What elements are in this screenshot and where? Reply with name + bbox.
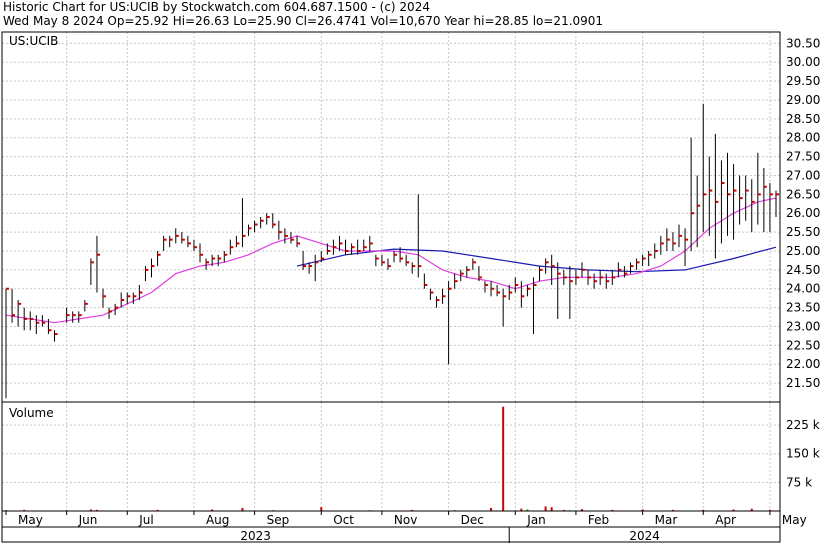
price-tick-label: 26.50 xyxy=(786,187,820,201)
price-tick-label: 23.00 xyxy=(786,319,820,333)
month-label: Jul xyxy=(138,513,153,527)
volume-axis: 75 k 150 k 225 k xyxy=(786,418,820,489)
month-label: Jan xyxy=(526,513,546,527)
month-label: Mar xyxy=(655,513,678,527)
volume-label: Volume xyxy=(9,406,54,420)
volume-tick-label: 225 k xyxy=(786,418,820,432)
price-axis: 21.50 22.00 22.50 23.00 23.50 24.00 24.50 25.00… xyxy=(786,36,820,390)
symbol-label: US:UCIB xyxy=(9,34,58,48)
price-tick-label: 27.00 xyxy=(786,168,820,182)
price-panel-border xyxy=(1,31,781,403)
month-label: May xyxy=(18,513,43,527)
month-label: Feb xyxy=(588,513,609,527)
volume-panel-border xyxy=(1,401,781,512)
price-tick-label: 30.00 xyxy=(786,55,820,69)
year-label: 2023 xyxy=(240,529,271,543)
price-tick-label: 25.50 xyxy=(786,225,820,239)
month-label: Sep xyxy=(267,513,290,527)
price-tick-label: 24.00 xyxy=(786,282,820,296)
volume-tick-label: 150 k xyxy=(786,447,820,461)
month-label: Dec xyxy=(461,513,484,527)
price-tick-label: 27.50 xyxy=(786,150,820,164)
stock-chart: 21.50 22.00 22.50 23.00 23.50 24.00 24.50 25.00… xyxy=(1,31,820,543)
price-tick-label: 23.50 xyxy=(786,301,820,315)
price-tick-label: 30.50 xyxy=(786,36,820,50)
price-tick-label: 26.00 xyxy=(786,206,820,220)
grid-lines xyxy=(2,32,780,511)
month-label: Apr xyxy=(715,513,736,527)
price-tick-label: 21.50 xyxy=(786,376,820,390)
month-label: May xyxy=(782,513,807,527)
price-tick-label: 25.00 xyxy=(786,244,820,258)
price-tick-label: 24.50 xyxy=(786,263,820,277)
year-label: 2024 xyxy=(629,529,660,543)
price-tick-label: 22.00 xyxy=(786,357,820,371)
month-label: Nov xyxy=(394,513,417,527)
month-label: Aug xyxy=(206,513,229,527)
price-tick-label: 29.00 xyxy=(786,93,820,107)
panel-frames xyxy=(1,31,781,543)
price-tick-label: 28.00 xyxy=(786,131,820,145)
volume-bars xyxy=(5,406,771,511)
month-label: Oct xyxy=(333,513,354,527)
price-tick-label: 29.50 xyxy=(786,74,820,88)
month-label: Jun xyxy=(78,513,98,527)
volume-tick-label: 75 k xyxy=(786,475,812,489)
price-tick-label: 22.50 xyxy=(786,338,820,352)
price-tick-label: 28.50 xyxy=(786,112,820,126)
